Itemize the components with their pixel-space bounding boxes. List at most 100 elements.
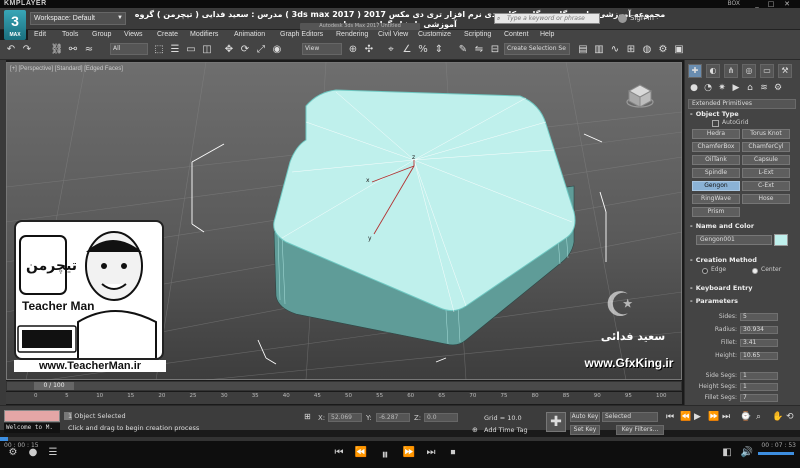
orbit-icon[interactable]: ⟲ (786, 412, 794, 422)
height-segs-spinner[interactable]: 1 (740, 383, 778, 391)
set-key-big-icon[interactable]: ✚ (546, 412, 566, 432)
object-color-swatch[interactable] (774, 234, 788, 246)
go-to-start-icon[interactable]: ⏮ (666, 412, 674, 422)
player-volume-slider[interactable] (758, 452, 794, 455)
menu-group[interactable]: Group (92, 30, 111, 40)
spacewarps-category-icon[interactable]: ≋ (758, 82, 770, 94)
menu-modifiers[interactable]: Modifiers (190, 30, 218, 40)
torus-knot-button[interactable]: Torus Knot (742, 129, 790, 139)
autogrid-checkbox[interactable] (712, 120, 719, 127)
select-object-icon[interactable]: ⬚ (152, 43, 166, 57)
display-tab-icon[interactable]: ▭ (760, 64, 774, 78)
ringwave-button[interactable]: RingWave (692, 194, 740, 204)
menu-content[interactable]: Content (504, 30, 529, 40)
auto-key-button[interactable]: Auto Key (570, 412, 600, 422)
helpers-category-icon[interactable]: ⌂ (744, 82, 756, 94)
object-type-header[interactable]: Object Type (690, 110, 739, 118)
named-selection-set-dropdown[interactable]: Create Selection Se (504, 43, 570, 55)
percent-snap-icon[interactable]: % (416, 43, 430, 57)
workspace-dropdown[interactable]: Workspace: Default ▼ (30, 12, 126, 25)
time-slider-thumb[interactable]: 0 / 100 (34, 382, 74, 390)
zoom-icon[interactable]: ⌕ (756, 412, 761, 422)
rect-selection-icon[interactable]: ▭ (184, 43, 198, 57)
hose-button[interactable]: Hose (742, 194, 790, 204)
player-settings-icon[interactable]: ⚙ (6, 447, 20, 458)
pivot-center-icon[interactable]: ⊕ (346, 43, 360, 57)
primitive-category-dropdown[interactable]: Extended Primitives (688, 99, 796, 109)
align-icon[interactable]: ⊟ (488, 43, 502, 57)
menu-rendering[interactable]: Rendering (336, 30, 368, 40)
mirror-icon[interactable]: ⇋ (472, 43, 486, 57)
bind-space-warp-icon[interactable]: ≈ (82, 43, 96, 57)
y-coord-field[interactable]: -6.287 (376, 413, 410, 422)
menu-views[interactable]: Views (124, 30, 143, 40)
utilities-tab-icon[interactable]: ⚒ (778, 64, 792, 78)
modify-tab-icon[interactable]: ◐ (706, 64, 720, 78)
keyboard-entry-header[interactable]: Keyboard Entry (690, 284, 753, 292)
maximize-icon[interactable]: □ (766, 0, 776, 8)
redo-icon[interactable]: ↷ (20, 43, 34, 57)
close-icon[interactable]: ✕ (782, 0, 792, 8)
systems-category-icon[interactable]: ⚙ (772, 82, 784, 94)
undo-icon[interactable]: ↶ (4, 43, 18, 57)
height-spinner[interactable]: 10.65 (740, 352, 778, 360)
next-frame-icon[interactable]: ⏩ (708, 412, 719, 422)
player-3d-icon[interactable]: ◧ (720, 447, 734, 458)
c-ext-button[interactable]: C-Ext (742, 181, 790, 191)
l-ext-button[interactable]: L-Ext (742, 168, 790, 178)
player-next-icon[interactable]: ⏭ (424, 447, 438, 458)
player-record-icon[interactable]: ● (26, 447, 40, 458)
menu-create[interactable]: Create (157, 30, 178, 40)
chamferbox-button[interactable]: ChamferBox (692, 142, 740, 152)
placement-icon[interactable]: ◉ (270, 43, 284, 57)
creation-method-header[interactable]: Creation Method (690, 256, 757, 264)
lights-category-icon[interactable]: ✷ (716, 82, 728, 94)
play-icon[interactable]: ▶ (694, 412, 701, 422)
capsule-button[interactable]: Capsule (742, 155, 790, 165)
material-editor-icon[interactable]: ◍ (640, 43, 654, 57)
player-prev-icon[interactable]: ⏮ (332, 447, 346, 458)
scene-explorer-icon[interactable]: ▤ (576, 43, 590, 57)
z-coord-field[interactable]: 0.0 (424, 413, 458, 422)
player-stop-icon[interactable]: ⏹ (446, 447, 460, 458)
sides-spinner[interactable]: 5 (740, 313, 778, 321)
player-forward-icon[interactable]: ⏩ (402, 447, 416, 458)
unlink-icon[interactable]: ⚯ (66, 43, 80, 57)
prev-frame-icon[interactable]: ⏪ (680, 412, 691, 422)
menu-civil-view[interactable]: Civil View (378, 30, 408, 40)
time-config-icon[interactable]: ⌚ (740, 412, 751, 422)
fillet-spinner[interactable]: 3.41 (740, 339, 778, 347)
snap-3d-icon[interactable]: ⌖ (384, 43, 398, 57)
edit-named-selection-icon[interactable]: ✎ (456, 43, 470, 57)
key-filters-button[interactable]: Key Filters... (616, 425, 664, 435)
parameters-header[interactable]: Parameters (690, 297, 738, 305)
schematic-view-icon[interactable]: ⊞ (624, 43, 638, 57)
prism-button[interactable]: Prism (692, 207, 740, 217)
object-name-input[interactable]: Gengon001 (696, 235, 772, 245)
window-crossing-icon[interactable]: ◫ (200, 43, 214, 57)
motion-tab-icon[interactable]: ◎ (742, 64, 756, 78)
curve-editor-icon[interactable]: ∿ (608, 43, 622, 57)
maxscript-welcome[interactable]: Welcome to M. (4, 423, 60, 433)
gengon-button[interactable]: Gengon (692, 181, 740, 191)
render-setup-icon[interactable]: ⚙ (656, 43, 670, 57)
absolute-mode-icon[interactable]: ⊞ (304, 412, 314, 422)
viewcube-icon[interactable] (626, 82, 654, 110)
layer-explorer-icon[interactable]: ▥ (592, 43, 606, 57)
scale-icon[interactable]: ⤢ (254, 43, 268, 57)
key-mode-dropdown[interactable]: Selected (602, 412, 658, 422)
minimize-icon[interactable]: _ (752, 0, 762, 8)
spinner-snap-icon[interactable]: ⇕ (432, 43, 446, 57)
player-playlist-icon[interactable]: ☰ (46, 447, 60, 458)
sign-in-button[interactable]: Sign In (630, 12, 654, 24)
set-key-button[interactable]: Set Key (570, 425, 600, 435)
cameras-category-icon[interactable]: ▶ (730, 82, 742, 94)
track-bar[interactable] (6, 392, 682, 404)
spindle-button[interactable]: Spindle (692, 168, 740, 178)
rotate-icon[interactable]: ⟳ (238, 43, 252, 57)
radius-spinner[interactable]: 30.934 (740, 326, 778, 334)
angle-snap-icon[interactable]: ∠ (400, 43, 414, 57)
move-icon[interactable]: ✥ (222, 43, 236, 57)
edge-radio[interactable] (702, 268, 708, 274)
go-to-end-icon[interactable]: ⏭ (722, 412, 730, 422)
